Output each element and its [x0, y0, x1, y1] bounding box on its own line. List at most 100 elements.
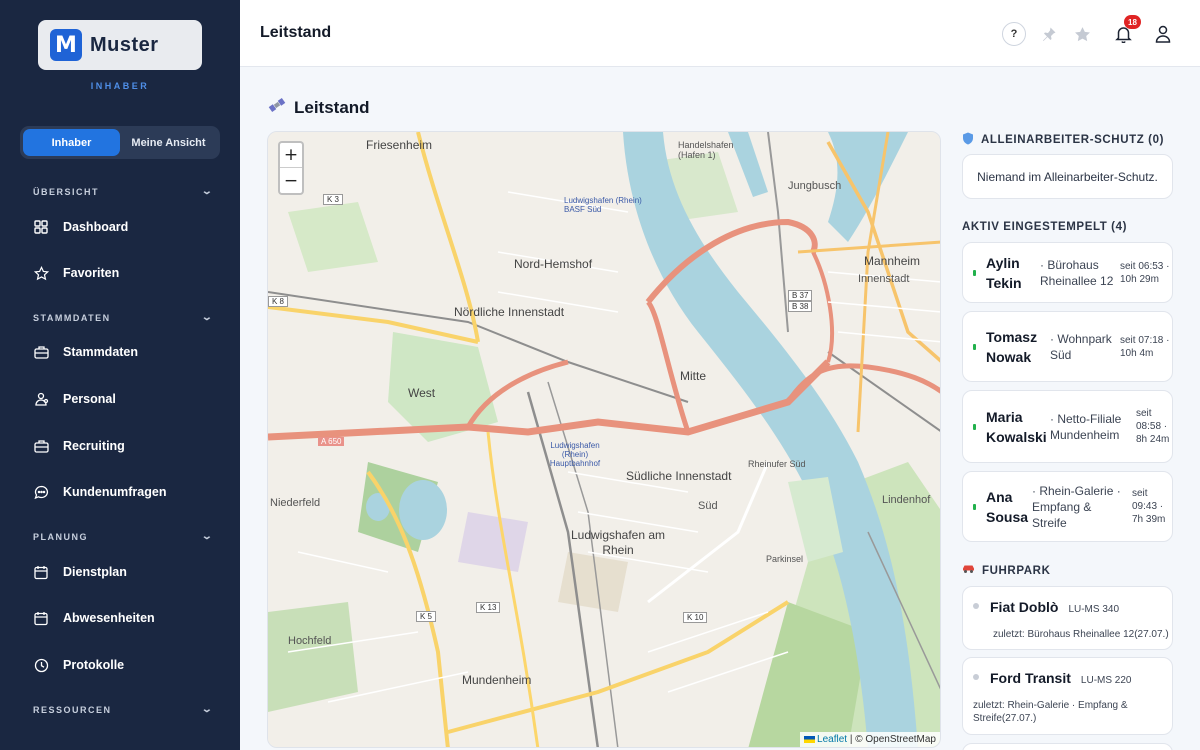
- view-option-inhaber[interactable]: Inhaber: [23, 129, 120, 156]
- view-toggle: Inhaber Meine Ansicht: [20, 126, 220, 159]
- employee-time: seit 06:53 · 10h 29m: [1120, 260, 1170, 285]
- pin-icon[interactable]: [1037, 22, 1061, 46]
- fleet-header: FUHRPARK: [962, 564, 1050, 577]
- sidebar-item-dienstplan[interactable]: Dienstplan: [33, 560, 223, 584]
- osm-link[interactable]: OpenStreetMap: [865, 734, 936, 745]
- sidebar-item-dashboard[interactable]: Dashboard: [33, 215, 223, 239]
- employee-card[interactable]: Aylin Tekin · Bürohaus Rheinallee 12 sei…: [962, 242, 1173, 303]
- sidebar-item-label: Personal: [63, 392, 116, 406]
- employee-location: · Rhein-Galerie · Empfang & Streife: [1032, 483, 1121, 530]
- map-label-handelshafen: Handelshafen (Hafen 1): [678, 140, 734, 160]
- sidebar-item-kundenumfragen[interactable]: Kundenumfragen: [33, 480, 223, 504]
- brand-name: Muster: [90, 33, 159, 56]
- sidebar-item-abwesenheiten[interactable]: Abwesenheiten: [33, 606, 223, 630]
- map-label-nord-hemshof: Nord-Hemshof: [514, 257, 593, 271]
- sidebar: M Muster INHABER Inhaber Meine Ansicht Ü…: [0, 0, 240, 750]
- map-label-b38: B 38: [788, 301, 813, 312]
- map-label-niederfeld: Niederfeld: [270, 497, 321, 509]
- section-uebersicht[interactable]: ÜBERSICHT ⌄: [33, 186, 213, 197]
- section-title: ÜBERSICHT: [33, 186, 100, 197]
- chevron-down-icon: ⌄: [201, 531, 215, 542]
- car-icon: [962, 564, 975, 577]
- page-title: Leitstand: [294, 97, 370, 117]
- employee-card[interactable]: Tomasz Nowak · Wohnpark Süd seit 07:18 ·…: [962, 311, 1173, 382]
- employee-card[interactable]: Ana Sousa · Rhein-Galerie · Empfang & St…: [962, 471, 1173, 542]
- map-label-b37: B 37: [788, 290, 813, 301]
- map-label-hochfeld: Hochfeld: [288, 635, 332, 647]
- chevron-down-icon: ⌄: [201, 186, 215, 197]
- briefcase-icon: [33, 344, 49, 360]
- map-label-a650: A 650: [318, 437, 345, 446]
- satellite-icon: [268, 96, 286, 119]
- map-label-lindenhof: Lindenhof: [882, 494, 931, 506]
- sidebar-item-recruiting[interactable]: Recruiting: [33, 434, 223, 458]
- chat-icon: [33, 484, 49, 500]
- map-label-mitte: Mitte: [680, 369, 707, 383]
- sidebar-item-label: Stammdaten: [63, 345, 139, 359]
- sidebar-item-stammdaten[interactable]: Stammdaten: [33, 340, 223, 364]
- employee-name: Tomasz Nowak: [986, 328, 1038, 365]
- map-view[interactable]: Friesenheim Nord-Hemshof Nördliche Innen…: [267, 131, 941, 748]
- ukraine-flag-icon: [804, 736, 816, 743]
- leaflet-link[interactable]: Leaflet: [817, 734, 847, 745]
- sidebar-item-label: Protokolle: [63, 658, 125, 672]
- vehicle-plate: LU-MS 220: [1080, 675, 1132, 686]
- vehicle-card[interactable]: [962, 743, 1173, 750]
- employee-time: seit 07:18 · 10h 4m: [1120, 334, 1170, 359]
- section-title: PLANUNG: [33, 531, 88, 542]
- alleinarbeiter-empty-card: Niemand im Alleinarbeiter-Schutz.: [962, 154, 1173, 199]
- sidebar-item-label: Kundenumfragen: [63, 485, 167, 499]
- employee-location: · Bürohaus Rheinallee 12: [1040, 257, 1114, 288]
- vehicle-name: Ford Transit: [990, 670, 1071, 686]
- clock-icon: [33, 657, 49, 673]
- section-ressourcen[interactable]: RESSOURCEN ⌄: [33, 704, 213, 715]
- vehicle-name: Fiat Doblò: [990, 599, 1059, 615]
- favorite-star-icon[interactable]: [1070, 22, 1094, 46]
- map-label-k10: K 10: [683, 612, 708, 623]
- active-status-dot: [973, 503, 976, 510]
- active-status-dot: [973, 269, 976, 276]
- employee-card[interactable]: Maria Kowalski · Netto-Filiale Mundenhei…: [962, 390, 1173, 463]
- grid-icon: [33, 219, 49, 235]
- map-label-jungbusch: Jungbusch: [788, 180, 842, 192]
- employee-name: Maria Kowalski: [986, 408, 1047, 445]
- sidebar-item-favoriten[interactable]: Favoriten: [33, 261, 223, 285]
- sidebar-item-protokolle[interactable]: Protokolle: [33, 653, 223, 677]
- sidebar-item-personal[interactable]: Personal: [33, 387, 223, 411]
- logo-icon: M: [50, 29, 82, 61]
- map-label-k3: K 3: [323, 194, 344, 205]
- employee-time: seit 08:58 · 8h 24m: [1136, 408, 1170, 445]
- alleinarbeiter-title: ALLEINARBEITER-SCHUTZ (0): [981, 134, 1165, 146]
- view-option-meine-ansicht[interactable]: Meine Ansicht: [120, 129, 217, 156]
- user-profile-icon[interactable]: [1151, 22, 1175, 46]
- section-planung[interactable]: PLANUNG ⌄: [33, 531, 213, 542]
- vehicle-card[interactable]: Ford Transit LU-MS 220 zuletzt: Rhein-Ga…: [962, 657, 1173, 735]
- zoom-in-button[interactable]: +: [280, 143, 302, 168]
- vehicle-card[interactable]: Fiat Doblò LU-MS 340 zuletzt: Bürohaus R…: [962, 586, 1173, 650]
- vehicle-plate: LU-MS 340: [1068, 604, 1120, 615]
- employee-time: seit 09:43 · 7h 39m: [1132, 488, 1166, 525]
- page-header: Leitstand: [268, 96, 370, 119]
- section-stammdaten[interactable]: STAMMDATEN ⌄: [33, 312, 213, 323]
- notification-badge: 18: [1124, 15, 1141, 29]
- employee-name: Ana Sousa: [986, 488, 1029, 525]
- topbar-title: Leitstand: [260, 24, 332, 41]
- zoom-out-button[interactable]: −: [280, 168, 302, 193]
- section-title: STAMMDATEN: [33, 312, 111, 323]
- map-label-k8: K 8: [268, 296, 289, 307]
- sidebar-item-label: Dienstplan: [63, 565, 127, 579]
- vehicle-status-dot: [973, 603, 979, 609]
- sidebar-item-label: Recruiting: [63, 439, 125, 453]
- map-label-west: West: [408, 386, 436, 400]
- vehicle-last-location: zuletzt: Rhein-Galerie · Empfang & Strei…: [973, 700, 1128, 724]
- shield-icon: [962, 132, 974, 148]
- brand-logo[interactable]: M Muster: [38, 20, 202, 70]
- fleet-title: FUHRPARK: [982, 564, 1051, 577]
- help-button[interactable]: ?: [1002, 22, 1026, 46]
- map-label-noerdliche-innenstadt: Nördliche Innenstadt: [454, 305, 565, 319]
- sidebar-item-label: Abwesenheiten: [63, 611, 155, 625]
- employee-location: · Netto-Filiale Mundenheim: [1050, 411, 1122, 442]
- active-header: AKTIV EINGESTEMPELT (4): [962, 221, 1128, 233]
- sidebar-item-label: Dashboard: [63, 220, 129, 234]
- role-label: INHABER: [90, 81, 150, 91]
